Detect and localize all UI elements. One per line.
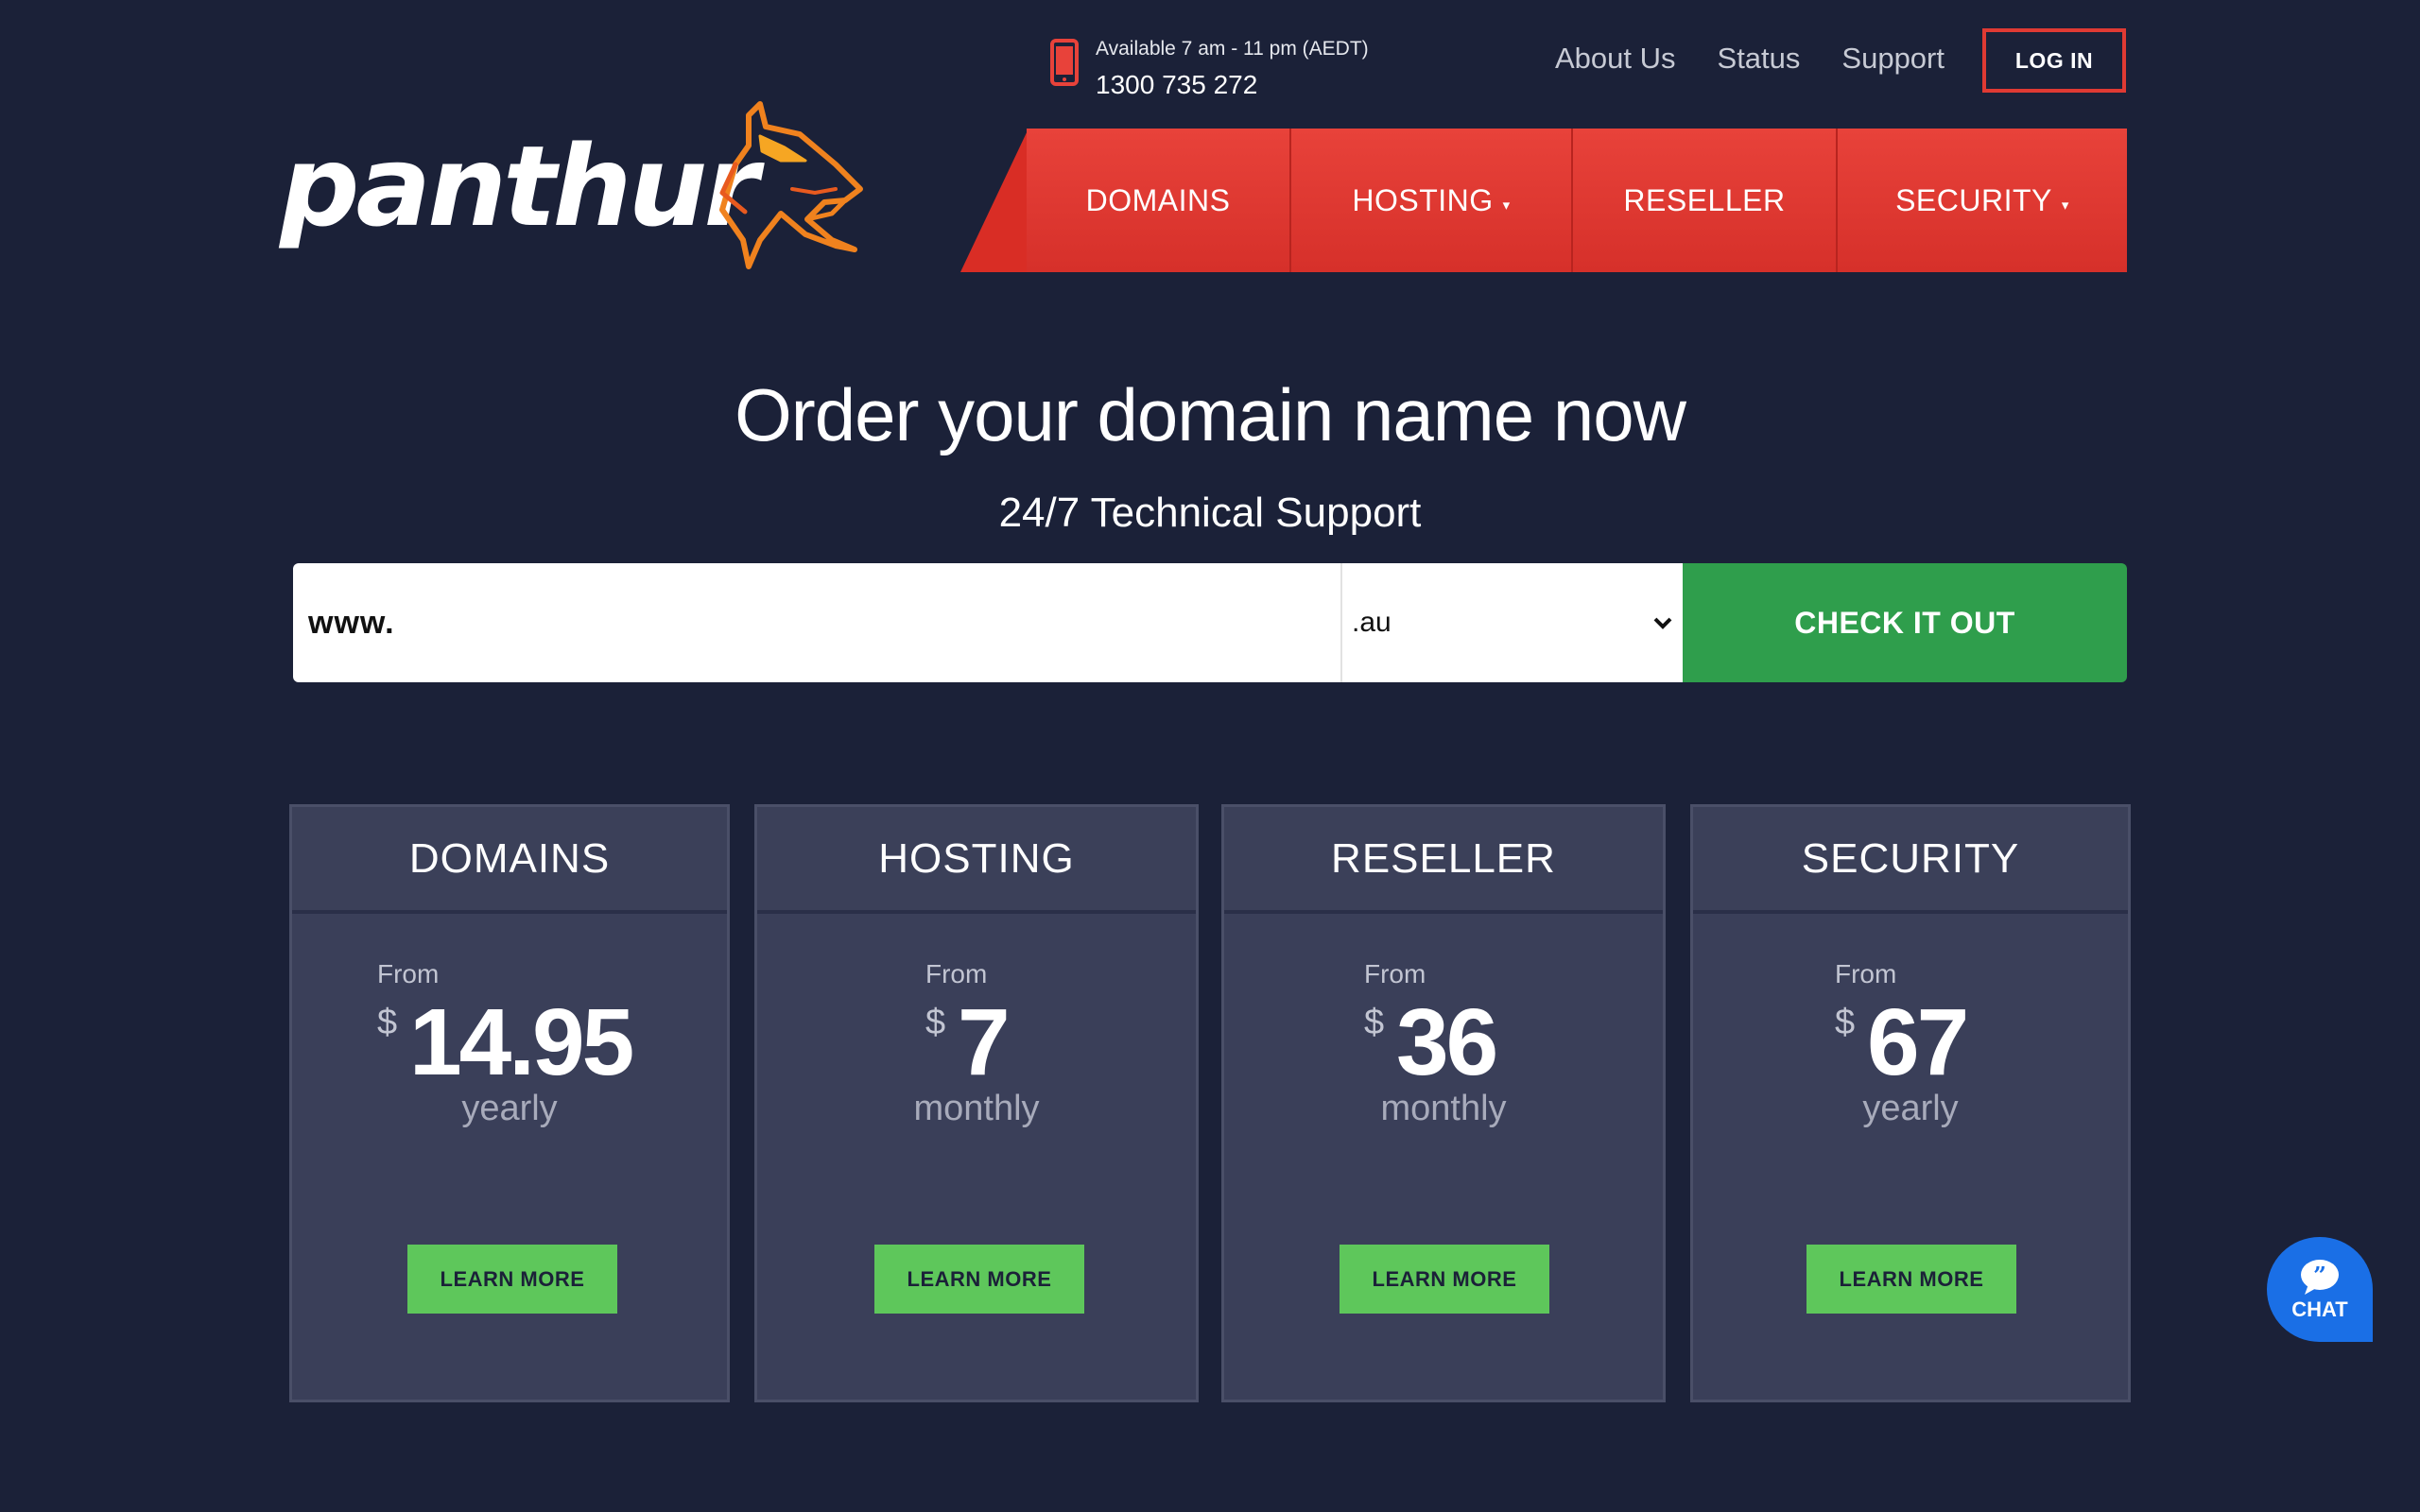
mobile-phone-icon bbox=[1050, 39, 1079, 86]
domain-prefix: www. bbox=[308, 604, 395, 641]
availability-text: Available 7 am - 11 pm (AEDT) bbox=[1096, 38, 1369, 60]
panthur-logo[interactable]: panthur bbox=[280, 98, 871, 278]
learn-more-button[interactable]: LEARN MORE bbox=[874, 1245, 1084, 1314]
tld-select[interactable]: .au bbox=[1340, 563, 1683, 682]
nav-security[interactable]: SECURITY ▾ bbox=[1838, 129, 2127, 272]
price-amount: 67 bbox=[1867, 989, 1969, 1095]
nav-reseller[interactable]: RESELLER bbox=[1573, 129, 1838, 272]
currency-symbol: $ bbox=[1364, 1003, 1385, 1042]
from-label: From bbox=[925, 959, 988, 988]
card-title: DOMAINS bbox=[292, 807, 727, 914]
status-link[interactable]: Status bbox=[1718, 42, 1801, 76]
price-amount: 7 bbox=[958, 989, 1011, 1095]
price-amount: 36 bbox=[1396, 989, 1498, 1095]
card-title: SECURITY bbox=[1693, 807, 2128, 914]
nav-reseller-label: RESELLER bbox=[1623, 182, 1786, 217]
currency-symbol: $ bbox=[377, 1003, 398, 1042]
panther-head-icon bbox=[719, 101, 863, 269]
chat-bubble-icon: ” bbox=[2301, 1259, 2339, 1295]
currency-symbol: $ bbox=[1835, 1003, 1856, 1042]
chevron-down-icon: ▾ bbox=[2061, 198, 2069, 214]
chat-label: CHAT bbox=[2291, 1297, 2348, 1321]
chevron-down-icon: ▾ bbox=[1502, 198, 1511, 214]
nav-domains-label: DOMAINS bbox=[1085, 182, 1231, 217]
pricing-card-security: SECURITY From $ 67 yearly LEARN MORE bbox=[1690, 804, 2131, 1402]
from-label: From bbox=[1364, 959, 1426, 988]
nav-domains[interactable]: DOMAINS bbox=[1027, 129, 1291, 272]
domain-search-bar: www. .au CHECK IT OUT bbox=[293, 563, 2127, 682]
logo-wordmark: panthur bbox=[280, 121, 759, 251]
nav-hosting-label: HOSTING bbox=[1352, 182, 1494, 217]
page-title: Order your domain name now bbox=[735, 373, 1686, 456]
domain-search-input[interactable]: www. bbox=[293, 563, 1340, 682]
support-link[interactable]: Support bbox=[1841, 42, 1945, 76]
nav-wedge-decoration bbox=[960, 129, 1028, 272]
chat-button[interactable]: ” CHAT bbox=[2267, 1237, 2373, 1342]
from-label: From bbox=[1835, 959, 1897, 988]
price-period: yearly bbox=[1862, 1089, 1959, 1128]
about-us-link[interactable]: About Us bbox=[1555, 42, 1676, 76]
pricing-card-domains: DOMAINS From $ 14.95 yearly LEARN MORE bbox=[289, 804, 730, 1402]
price-amount: 14.95 bbox=[409, 989, 634, 1095]
from-label: From bbox=[377, 959, 440, 988]
chevron-down-icon bbox=[1653, 617, 1672, 629]
pricing-card-reseller: RESELLER From $ 36 monthly LEARN MORE bbox=[1221, 804, 1666, 1402]
learn-more-button[interactable]: LEARN MORE bbox=[1340, 1245, 1549, 1314]
card-title: RESELLER bbox=[1224, 807, 1663, 914]
svg-text:”: ” bbox=[2313, 1262, 2326, 1289]
price-period: yearly bbox=[461, 1089, 558, 1128]
learn-more-button[interactable]: LEARN MORE bbox=[1806, 1245, 2016, 1314]
currency-symbol: $ bbox=[925, 1003, 946, 1042]
price-period: monthly bbox=[913, 1089, 1040, 1128]
page-subtitle: 24/7 Technical Support bbox=[998, 490, 1422, 536]
main-nav: DOMAINS HOSTING ▾ RESELLER SECURITY ▾ bbox=[1027, 129, 2127, 272]
check-it-out-button[interactable]: CHECK IT OUT bbox=[1683, 563, 2127, 682]
pricing-card-hosting: HOSTING From $ 7 monthly LEARN MORE bbox=[754, 804, 1199, 1402]
price-period: monthly bbox=[1380, 1089, 1507, 1128]
nav-hosting[interactable]: HOSTING ▾ bbox=[1291, 129, 1573, 272]
login-button[interactable]: LOG IN bbox=[1982, 28, 2126, 93]
learn-more-button[interactable]: LEARN MORE bbox=[407, 1245, 617, 1314]
top-links: About Us Status Support bbox=[1555, 42, 1986, 76]
phone-number[interactable]: 1300 735 272 bbox=[1096, 70, 1257, 100]
card-title: HOSTING bbox=[757, 807, 1196, 914]
nav-security-label: SECURITY bbox=[1895, 182, 2052, 217]
tld-selected-value: .au bbox=[1352, 607, 1392, 638]
